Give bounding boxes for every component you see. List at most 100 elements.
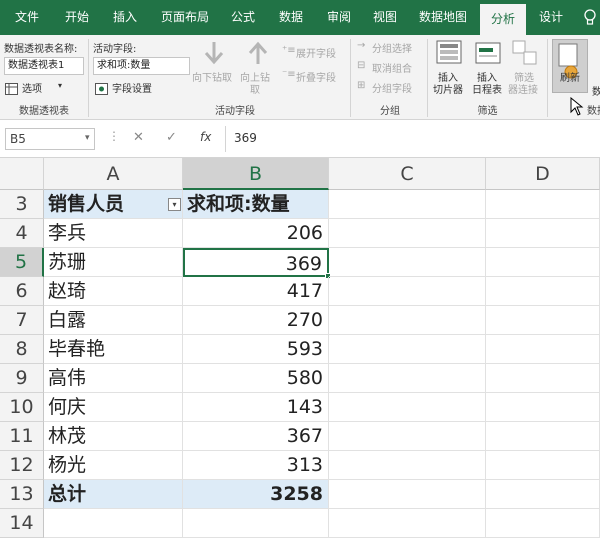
column-header-a[interactable]: A bbox=[44, 158, 183, 190]
tab-formulas[interactable]: 公式 bbox=[222, 0, 264, 35]
cell-salesperson[interactable]: 白露 bbox=[44, 306, 183, 335]
collapse-field-button[interactable]: 折叠字段 bbox=[296, 69, 336, 84]
tab-analyze[interactable]: 分析 bbox=[480, 4, 526, 35]
row-header[interactable]: 14 bbox=[0, 509, 44, 538]
cell-empty[interactable] bbox=[486, 335, 600, 364]
cell-empty[interactable] bbox=[329, 306, 486, 335]
cell-quantity[interactable]: 417 bbox=[183, 277, 329, 306]
cell-salesperson[interactable]: 毕春艳 bbox=[44, 335, 183, 364]
cell-salesperson[interactable] bbox=[44, 509, 183, 538]
options-dropdown-icon[interactable]: ▾ bbox=[58, 81, 62, 90]
cell-empty[interactable] bbox=[329, 248, 486, 277]
cell-salesperson[interactable]: 杨光 bbox=[44, 451, 183, 480]
row-header[interactable]: 4 bbox=[0, 219, 44, 248]
tab-file[interactable]: 文件 bbox=[6, 0, 48, 35]
row-header[interactable]: 8 bbox=[0, 335, 44, 364]
cell-empty[interactable] bbox=[486, 219, 600, 248]
row-header[interactable]: 13 bbox=[0, 480, 44, 509]
insert-function-icon[interactable]: fx bbox=[200, 130, 211, 144]
row-header[interactable]: 6 bbox=[0, 277, 44, 306]
cell-salesperson[interactable]: 李兵 bbox=[44, 219, 183, 248]
cell-quantity[interactable]: 270 bbox=[183, 306, 329, 335]
select-all-corner[interactable] bbox=[0, 158, 44, 190]
row-header[interactable]: 5 bbox=[0, 248, 44, 277]
cell-quantity[interactable]: 313 bbox=[183, 451, 329, 480]
cell-empty[interactable] bbox=[486, 393, 600, 422]
cell-empty[interactable] bbox=[329, 422, 486, 451]
insert-slicer-label-line2: 切片器 bbox=[433, 85, 463, 96]
name-box-dropdown-icon[interactable]: ▾ bbox=[85, 133, 90, 143]
column-header-d[interactable]: D bbox=[486, 158, 600, 190]
tab-insert[interactable]: 插入 bbox=[104, 0, 146, 35]
group-label-group: 分组 bbox=[380, 106, 400, 117]
field-settings-button[interactable]: 字段设置 bbox=[112, 80, 152, 95]
active-field-input[interactable]: 求和项:数量 bbox=[93, 57, 190, 75]
tab-review[interactable]: 审阅 bbox=[318, 0, 360, 35]
cell-empty[interactable] bbox=[329, 219, 486, 248]
formula-input[interactable]: 369 bbox=[234, 131, 257, 145]
tab-data-map[interactable]: 数据地图 bbox=[412, 0, 474, 35]
cell-salesperson[interactable]: 赵琦 bbox=[44, 277, 183, 306]
cell-empty[interactable] bbox=[329, 335, 486, 364]
cell-empty[interactable] bbox=[329, 509, 486, 538]
cell-empty[interactable] bbox=[329, 480, 486, 509]
cell-empty[interactable] bbox=[486, 306, 600, 335]
grand-total-label[interactable]: 总计 bbox=[44, 480, 183, 509]
cell-empty[interactable] bbox=[329, 364, 486, 393]
cell-quantity[interactable]: 593 bbox=[183, 335, 329, 364]
tab-data[interactable]: 数据 bbox=[270, 0, 312, 35]
ribbon-panel: 数据透视表名称: 数据透视表1 选项 ▾ 数据透视表 活动字段: 求和项:数量 … bbox=[0, 35, 600, 120]
row-header[interactable]: 12 bbox=[0, 451, 44, 480]
pivot-name-field[interactable]: 数据透视表1 bbox=[4, 57, 84, 75]
value-field-header[interactable]: 求和项:数量 bbox=[183, 190, 329, 219]
cell-quantity[interactable]: 369 bbox=[183, 248, 329, 277]
cell-empty[interactable] bbox=[486, 190, 600, 219]
filter-dropdown-icon[interactable]: ▾ bbox=[168, 198, 181, 211]
cell-empty[interactable] bbox=[486, 422, 600, 451]
row-header[interactable]: 11 bbox=[0, 422, 44, 451]
cell-empty[interactable] bbox=[486, 451, 600, 480]
group-label-filter: 筛选 bbox=[477, 106, 498, 117]
options-button[interactable]: 选项 bbox=[22, 80, 42, 95]
cell-salesperson[interactable]: 苏珊 bbox=[44, 248, 183, 277]
enter-icon[interactable]: ✓ bbox=[166, 130, 177, 145]
cell-empty[interactable] bbox=[486, 509, 600, 538]
expand-field-button[interactable]: 展开字段 bbox=[296, 45, 336, 60]
tab-view[interactable]: 视图 bbox=[364, 0, 406, 35]
row-label-header[interactable]: 销售人员 bbox=[44, 190, 183, 219]
lightbulb-icon[interactable] bbox=[583, 9, 597, 31]
cell-salesperson[interactable]: 林茂 bbox=[44, 422, 183, 451]
refresh-button[interactable] bbox=[552, 39, 588, 93]
cancel-icon[interactable]: ✕ bbox=[133, 130, 144, 145]
cell-quantity[interactable] bbox=[183, 509, 329, 538]
grand-total-value[interactable]: 3258 bbox=[183, 480, 329, 509]
cell-empty[interactable] bbox=[486, 364, 600, 393]
tab-home[interactable]: 开始 bbox=[54, 0, 100, 35]
cell-empty[interactable] bbox=[329, 451, 486, 480]
row-header[interactable]: 3 bbox=[0, 190, 44, 219]
cell-quantity[interactable]: 206 bbox=[183, 219, 329, 248]
cell-empty[interactable] bbox=[329, 393, 486, 422]
column-header-b[interactable]: B bbox=[183, 158, 329, 190]
cell-empty[interactable] bbox=[486, 248, 600, 277]
ungroup-button[interactable]: 取消组合 bbox=[372, 60, 412, 75]
cell-salesperson[interactable]: 何庆 bbox=[44, 393, 183, 422]
cell-empty[interactable] bbox=[329, 190, 486, 219]
cell-quantity[interactable]: 367 bbox=[183, 422, 329, 451]
row-header[interactable]: 10 bbox=[0, 393, 44, 422]
cell-empty[interactable] bbox=[329, 277, 486, 306]
row-header[interactable]: 7 bbox=[0, 306, 44, 335]
cell-quantity[interactable]: 143 bbox=[183, 393, 329, 422]
row-header[interactable]: 9 bbox=[0, 364, 44, 393]
column-header-c[interactable]: C bbox=[329, 158, 486, 190]
cell-empty[interactable] bbox=[486, 277, 600, 306]
tab-design[interactable]: 设计 bbox=[530, 0, 572, 35]
cell-empty[interactable] bbox=[486, 480, 600, 509]
group-selection-button[interactable]: 分组选择 bbox=[372, 40, 412, 55]
drill-down-button[interactable]: 向下钻取 bbox=[192, 69, 232, 84]
name-box[interactable]: B5 bbox=[5, 128, 95, 150]
cell-quantity[interactable]: 580 bbox=[183, 364, 329, 393]
cell-salesperson[interactable]: 高伟 bbox=[44, 364, 183, 393]
tab-page-layout[interactable]: 页面布局 bbox=[152, 0, 218, 35]
group-field-button[interactable]: 分组字段 bbox=[372, 80, 412, 95]
